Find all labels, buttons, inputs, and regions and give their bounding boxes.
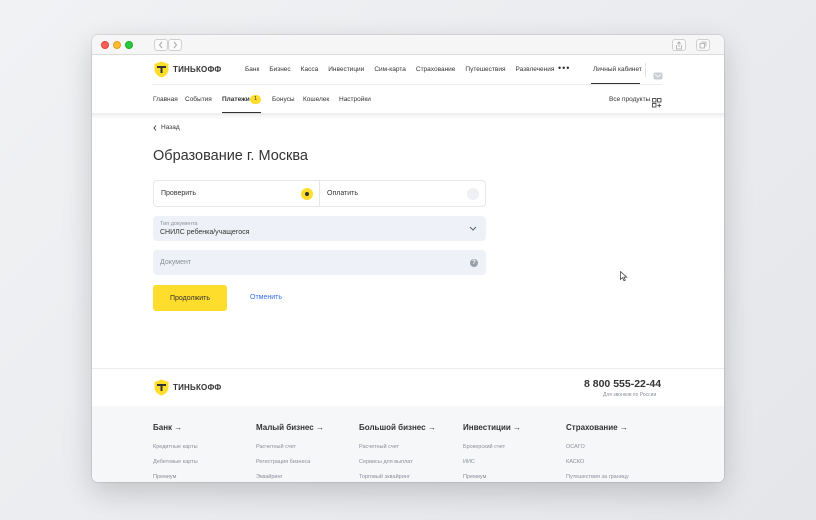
footer-column-insurance: Страхование → ОСАГО КАСКО Путешествия за… <box>566 423 629 482</box>
footer-column-small-business: Малый бизнес → Расчетный счет Регистраци… <box>256 423 324 482</box>
footer-link[interactable]: ИИС <box>463 459 521 465</box>
more-menu-button[interactable]: ••• <box>558 63 570 73</box>
cancel-button[interactable]: Отменить <box>250 294 282 301</box>
step-pay-label: Оплатить <box>327 190 359 197</box>
footer-link[interactable]: Сервисы для выплат <box>359 459 436 465</box>
footer-links: Банк → Кредитные карты Дебетовые карты П… <box>92 406 724 482</box>
top-navigation: ТИНЬКОФФ Банк Бизнес Касса Инвестиции Си… <box>92 55 724 85</box>
sub-navigation: Главная События Платежи 1 Бонусы Кошелек… <box>92 85 724 114</box>
tab-bonuses[interactable]: Бонусы <box>272 96 295 103</box>
footer-link[interactable]: Расчетный счет <box>256 444 324 450</box>
payments-badge: 1 <box>250 95 261 104</box>
footer-link[interactable]: Расчетный счет <box>359 444 436 450</box>
bank-emblem-icon <box>154 61 169 78</box>
minimize-window-button[interactable] <box>113 41 121 49</box>
footer-link[interactable]: ОСАГО <box>566 444 629 450</box>
nav-kassa[interactable]: Касса <box>301 66 319 73</box>
chevron-left-icon <box>158 41 163 49</box>
bank-emblem-icon <box>154 379 169 396</box>
footer-link[interactable]: Премиум <box>153 474 198 480</box>
grid-add-icon <box>652 98 662 108</box>
nav-bank[interactable]: Банк <box>245 66 259 73</box>
logo-text: ТИНЬКОФФ <box>173 65 222 74</box>
footer-column-title[interactable]: Малый бизнес → <box>256 423 324 432</box>
step-pay-radio[interactable] <box>467 188 479 200</box>
footer-column-big-business: Большой бизнес → Расчетный счет Сервисы … <box>359 423 436 482</box>
footer-logo-text: ТИНЬКОФФ <box>173 383 222 392</box>
footer-link[interactable]: Путешествия за границу <box>566 474 629 480</box>
footer-link[interactable]: Кредитные карты <box>153 444 198 450</box>
mouse-cursor-icon <box>620 271 628 282</box>
tab-settings[interactable]: Настройки <box>339 96 371 103</box>
nav-travel[interactable]: Путешествия <box>465 66 505 73</box>
footer-link[interactable]: Дебетовые карты <box>153 459 198 465</box>
step-check-radio[interactable] <box>301 188 313 200</box>
tabs-icon <box>699 41 707 49</box>
share-icon <box>676 41 682 50</box>
footer-column-bank: Банк → Кредитные карты Дебетовые карты П… <box>153 423 198 482</box>
footer-link[interactable]: Эквайринг <box>256 474 324 480</box>
share-button[interactable] <box>672 39 686 51</box>
message-icon <box>653 72 663 80</box>
document-input[interactable] <box>153 250 486 275</box>
footer-link[interactable]: Регистрация бизнеса <box>256 459 324 465</box>
footer-link[interactable]: Брокерский счет <box>463 444 521 450</box>
step-check-label: Проверить <box>161 190 197 197</box>
footer-logo[interactable]: ТИНЬКОФФ <box>153 379 221 396</box>
payment-steps: Проверить Оплатить <box>153 180 486 207</box>
header-shadow <box>92 113 724 119</box>
chevron-down-icon <box>469 226 477 231</box>
maximize-window-button[interactable] <box>125 41 133 49</box>
step-check[interactable]: Проверить <box>154 181 319 206</box>
tab-wallet[interactable]: Кошелек <box>303 96 329 103</box>
phone-note: Для звонков по России <box>603 392 657 398</box>
browser-window: ТИНЬКОФФ Банк Бизнес Касса Инвестиции Си… <box>92 35 724 482</box>
tab-payments[interactable]: Платежи <box>222 96 250 103</box>
footer-link[interactable]: КАСКО <box>566 459 629 465</box>
nav-sim-card[interactable]: Сим-карта <box>374 66 406 73</box>
nav-investments[interactable]: Инвестиции <box>328 66 364 73</box>
footer-column-title[interactable]: Инвестиции → <box>463 423 521 432</box>
footer-column-investments: Инвестиции → Брокерский счет ИИС Премиум <box>463 423 521 482</box>
help-icon[interactable]: ? <box>470 259 478 267</box>
title-bar <box>92 35 724 55</box>
footer-column-title[interactable]: Банк → <box>153 423 198 432</box>
phone-number[interactable]: 8 800 555-22-44 <box>584 378 661 390</box>
back-link[interactable]: Назад <box>153 124 180 131</box>
nav-divider <box>645 63 646 77</box>
document-type-label: Тип документа <box>160 221 198 227</box>
all-products-link[interactable]: Все продукты <box>609 96 650 103</box>
footer-column-title[interactable]: Большой бизнес → <box>359 423 436 432</box>
step-pay[interactable]: Оплатить <box>319 181 485 206</box>
chevron-right-icon <box>173 41 178 49</box>
tab-events[interactable]: События <box>185 96 212 103</box>
browser-back-button[interactable] <box>154 39 168 51</box>
nav-entertainment[interactable]: Развлечения <box>516 66 555 73</box>
tinkoff-logo[interactable]: ТИНЬКОФФ <box>153 61 221 78</box>
tabs-button[interactable] <box>696 39 710 51</box>
browser-forward-button[interactable] <box>168 39 182 51</box>
chevron-left-icon <box>153 124 157 131</box>
continue-button[interactable]: Продолжить <box>153 285 227 311</box>
footer-link[interactable]: Премиум <box>463 474 521 480</box>
nav-insurance[interactable]: Страхование <box>416 66 456 73</box>
footer-top: ТИНЬКОФФ 8 800 555-22-44 Для звонков по … <box>92 368 724 406</box>
tab-main[interactable]: Главная <box>153 96 178 103</box>
close-window-button[interactable] <box>101 41 109 49</box>
footer-column-title[interactable]: Страхование → <box>566 423 629 432</box>
all-products-button[interactable] <box>652 95 662 113</box>
footer-link[interactable]: Торговый эквайринг <box>359 474 436 480</box>
document-type-select[interactable]: Тип документа СНИЛС ребенка/учащегося <box>153 216 486 241</box>
page-title: Образование г. Москва <box>153 148 308 164</box>
personal-cabinet-link[interactable]: Личный кабинет <box>593 66 642 73</box>
main-nav: Банк Бизнес Касса Инвестиции Сим-карта С… <box>245 66 564 73</box>
back-label: Назад <box>161 124 180 131</box>
messages-button[interactable] <box>653 67 663 85</box>
document-type-value: СНИЛС ребенка/учащегося <box>160 229 250 236</box>
nav-business[interactable]: Бизнес <box>269 66 290 73</box>
